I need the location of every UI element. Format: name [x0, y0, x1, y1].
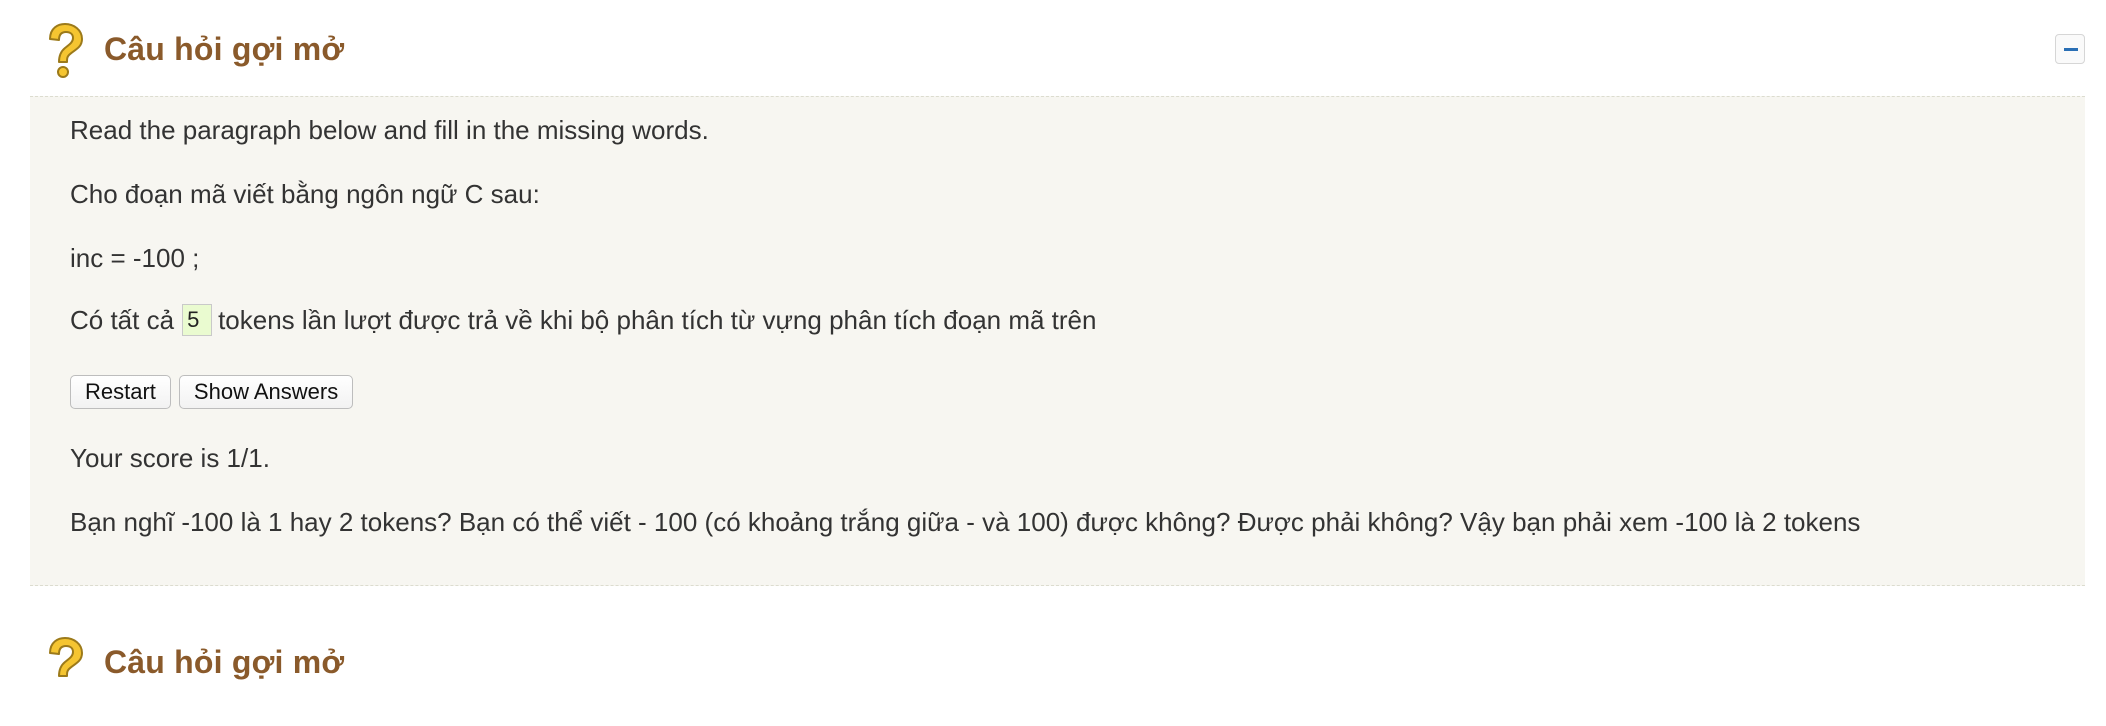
- block-title: Câu hỏi gợi mở: [104, 644, 345, 680]
- block-header: Câu hỏi gợi mở: [30, 630, 2085, 726]
- question-block-1: Câu hỏi gợi mở Read the paragraph below …: [30, 0, 2085, 586]
- block-body: Read the paragraph below and fill in the…: [30, 96, 2085, 586]
- fill-sentence: Có tất cả 5 tokens lần lượt được trả về kh…: [70, 303, 1097, 337]
- fill-sentence-before: Có tất cả: [70, 304, 175, 335]
- collapse-button[interactable]: [2055, 34, 2085, 64]
- button-row: Restart Show Answers: [70, 375, 361, 409]
- code-text: inc = -100 ;: [70, 243, 200, 273]
- minus-icon: [2064, 48, 2078, 51]
- question-block-2: Câu hỏi gợi mở: [30, 630, 2085, 726]
- feedback-text: Bạn nghĩ -100 là 1 hay 2 tokens? Bạn có …: [70, 507, 1861, 537]
- question-mark-icon: [42, 22, 88, 80]
- question-mark-icon: [42, 636, 88, 694]
- score-text: Your score is 1/1.: [70, 443, 270, 473]
- block-title: Câu hỏi gợi mở: [104, 31, 345, 67]
- instruction-text: Read the paragraph below and fill in the…: [70, 115, 709, 145]
- restart-button[interactable]: Restart: [70, 375, 171, 409]
- show-answers-button[interactable]: Show Answers: [178, 375, 354, 409]
- fill-sentence-after: tokens lần lượt được trả về khi bộ phân …: [218, 304, 1097, 335]
- answer-input[interactable]: 5: [182, 304, 213, 337]
- block-header: Câu hỏi gợi mở: [30, 0, 2085, 96]
- prompt-text: Cho đoạn mã viết bằng ngôn ngữ C sau:: [70, 179, 540, 209]
